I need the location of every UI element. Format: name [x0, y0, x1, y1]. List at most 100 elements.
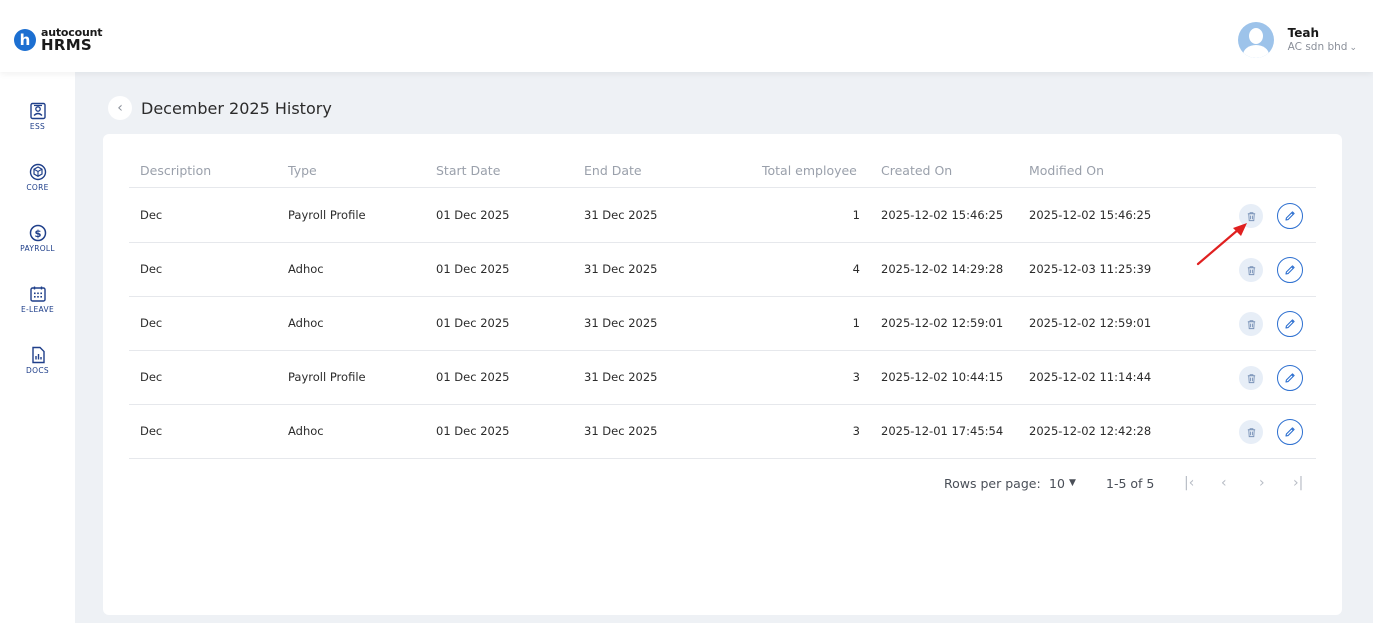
cell-type: Adhoc	[288, 424, 324, 438]
table-header: Description Type Start Date End Date Tot…	[129, 158, 1316, 188]
page-title: December 2025 History	[141, 98, 332, 118]
trash-icon	[1247, 319, 1255, 329]
caret-down-icon[interactable]: ▼	[1069, 478, 1076, 488]
cell-end-date: 31 Dec 2025	[584, 316, 658, 330]
cell-end-date: 31 Dec 2025	[584, 262, 658, 276]
cell-type: Payroll Profile	[288, 208, 366, 222]
edit-button[interactable]	[1277, 203, 1303, 229]
cell-total-employee: 1	[852, 316, 860, 330]
company-selector[interactable]: AC sdn bhd ⌄	[1288, 41, 1357, 53]
company-name: AC sdn bhd	[1287, 40, 1348, 53]
cell-created-on: 2025-12-02 10:44:15	[881, 370, 1004, 384]
sidebar-item-docs[interactable]: DOCS	[0, 346, 75, 375]
svg-text:$: $	[34, 229, 41, 240]
cell-description: Dec	[140, 424, 163, 438]
cell-created-on: 2025-12-01 17:45:54	[881, 424, 1004, 438]
col-description[interactable]: Description	[140, 163, 211, 178]
cell-type: Adhoc	[288, 262, 324, 276]
table-row[interactable]: Dec Payroll Profile 01 Dec 2025 31 Dec 2…	[129, 351, 1316, 405]
calendar-icon	[29, 286, 46, 302]
cell-total-employee: 4	[852, 262, 860, 276]
cell-modified-on: 2025-12-02 11:14:44	[1029, 370, 1152, 384]
table-row[interactable]: Dec Payroll Profile 01 Dec 2025 31 Dec 2…	[129, 189, 1316, 243]
cell-end-date: 31 Dec 2025	[584, 370, 658, 384]
cell-description: Dec	[140, 316, 163, 330]
cell-modified-on: 2025-12-02 12:59:01	[1029, 316, 1152, 330]
pencil-icon	[1285, 373, 1295, 383]
col-end-date[interactable]: End Date	[584, 163, 642, 178]
cell-description: Dec	[140, 262, 163, 276]
ess-icon	[29, 102, 46, 120]
cell-description: Dec	[140, 208, 163, 222]
cell-modified-on: 2025-12-02 12:42:28	[1029, 424, 1152, 438]
back-button[interactable]: ‹	[108, 96, 132, 120]
cell-type: Payroll Profile	[288, 370, 366, 384]
sidebar-item-core[interactable]: CORE	[0, 163, 75, 192]
trash-icon	[1247, 427, 1255, 437]
last-page-button[interactable]: ›|	[1293, 475, 1303, 491]
user-menu[interactable]: Teah AC sdn bhd ⌄	[1237, 22, 1357, 58]
payroll-icon: $	[29, 224, 46, 242]
col-total-employee[interactable]: Total employee	[762, 163, 857, 178]
col-created-on[interactable]: Created On	[881, 163, 952, 178]
chevron-down-icon: ⌄	[1349, 42, 1357, 53]
cell-end-date: 31 Dec 2025	[584, 208, 658, 222]
cell-total-employee: 3	[852, 370, 860, 384]
cell-start-date: 01 Dec 2025	[436, 262, 510, 276]
cell-total-employee: 1	[852, 208, 860, 222]
cell-created-on: 2025-12-02 14:29:28	[881, 262, 1004, 276]
edit-button[interactable]	[1277, 365, 1303, 391]
logo-mark: h	[14, 29, 36, 51]
app-logo[interactable]: h autocount HRMS	[14, 27, 102, 53]
table-row[interactable]: Dec Adhoc 01 Dec 2025 31 Dec 2025 1 2025…	[129, 297, 1316, 351]
annotation-arrow	[1196, 223, 1247, 266]
page-range: 1-5 of 5	[1106, 476, 1155, 491]
core-icon	[29, 163, 46, 181]
sidebar-item-ess[interactable]: ESS	[0, 102, 75, 131]
next-page-button[interactable]: ›	[1259, 475, 1265, 491]
cell-description: Dec	[140, 370, 163, 384]
cell-created-on: 2025-12-02 15:46:25	[881, 208, 1004, 222]
cell-start-date: 01 Dec 2025	[436, 208, 510, 222]
rows-per-page-label: Rows per page:	[944, 476, 1041, 491]
cell-total-employee: 3	[852, 424, 860, 438]
pagination: Rows per page: 10 ▼ 1-5 of 5 |‹ ‹ › ›|	[103, 475, 1342, 496]
top-bar: h autocount HRMS Teah AC sdn bhd ⌄	[0, 0, 1373, 72]
edit-button[interactable]	[1277, 311, 1303, 337]
cell-type: Adhoc	[288, 316, 324, 330]
cell-start-date: 01 Dec 2025	[436, 424, 510, 438]
cell-created-on: 2025-12-02 12:59:01	[881, 316, 1004, 330]
edit-button[interactable]	[1277, 257, 1303, 283]
user-name: Teah	[1287, 25, 1320, 40]
cell-start-date: 01 Dec 2025	[436, 370, 510, 384]
delete-button[interactable]	[1239, 420, 1263, 444]
pencil-icon	[1285, 265, 1295, 275]
avatar[interactable]	[1237, 22, 1274, 58]
col-type[interactable]: Type	[288, 163, 317, 178]
page-header: ‹ December 2025 History	[108, 96, 332, 120]
col-start-date[interactable]: Start Date	[436, 163, 500, 178]
prev-page-button[interactable]: ‹	[1221, 475, 1227, 491]
cell-start-date: 01 Dec 2025	[436, 316, 510, 330]
history-card: Description Type Start Date End Date Tot…	[103, 134, 1342, 615]
delete-button[interactable]	[1239, 366, 1263, 390]
rows-per-page-select[interactable]: 10	[1049, 476, 1065, 491]
pencil-icon	[1285, 319, 1295, 329]
docs-icon	[31, 346, 45, 364]
cell-modified-on: 2025-12-02 15:46:25	[1029, 208, 1152, 222]
table-row[interactable]: Dec Adhoc 01 Dec 2025 31 Dec 2025 4 2025…	[129, 243, 1316, 297]
chevron-left-icon: ‹	[117, 100, 123, 116]
pencil-icon	[1285, 211, 1295, 221]
sidebar-item-eleave[interactable]: E-LEAVE	[0, 285, 75, 314]
col-modified-on[interactable]: Modified On	[1029, 163, 1104, 178]
table-row[interactable]: Dec Adhoc 01 Dec 2025 31 Dec 2025 3 2025…	[129, 405, 1316, 459]
edit-button[interactable]	[1277, 419, 1303, 445]
first-page-button[interactable]: |‹	[1184, 475, 1194, 491]
delete-button[interactable]	[1239, 312, 1263, 336]
logo-bottom-text: HRMS	[41, 36, 93, 54]
sidebar: ESS CORE $ PAYROLL E-LEAVE DOCS	[0, 72, 75, 623]
sidebar-item-payroll[interactable]: $ PAYROLL	[0, 224, 75, 253]
cell-end-date: 31 Dec 2025	[584, 424, 658, 438]
trash-icon	[1247, 373, 1255, 383]
pencil-icon	[1285, 427, 1295, 437]
